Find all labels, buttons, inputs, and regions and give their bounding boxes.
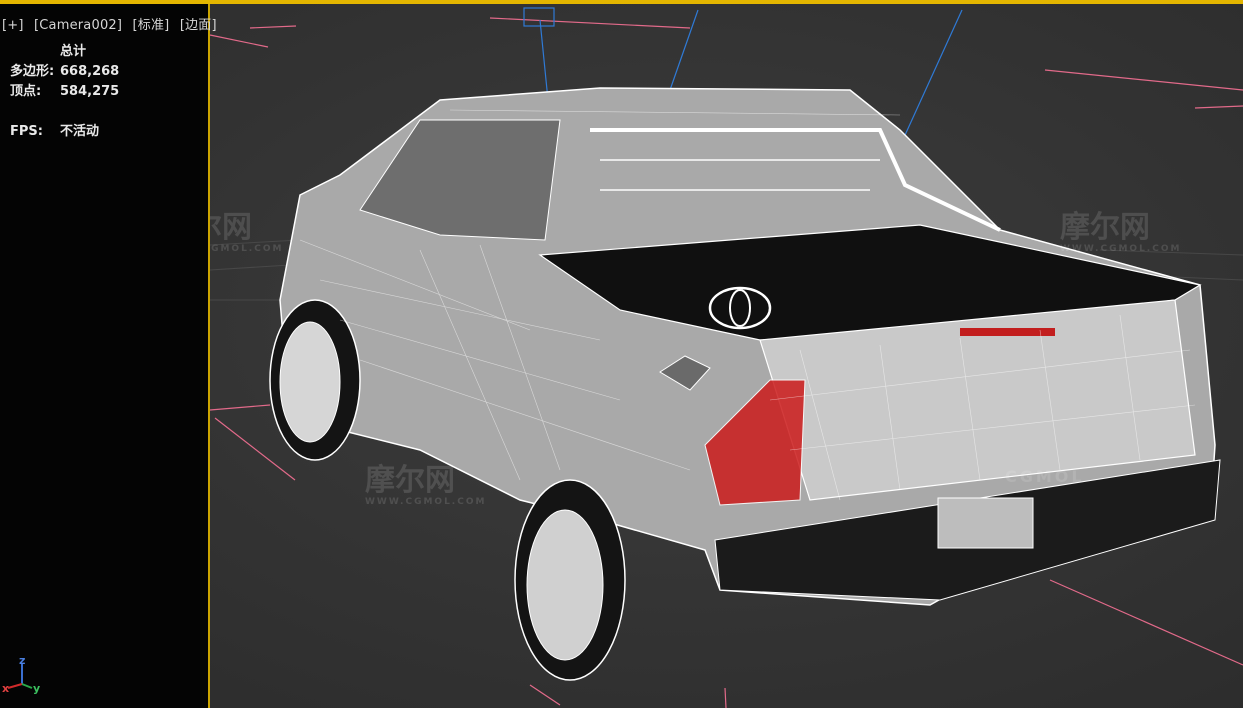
axis-x-label: x bbox=[2, 682, 10, 695]
viewport-shading-standard-menu[interactable]: [标准] bbox=[133, 14, 170, 33]
viewport-edged-faces-menu[interactable]: [边面] bbox=[180, 14, 217, 33]
fps-label: FPS: bbox=[10, 124, 43, 139]
watermark-brand: 摩尔网WWW.CGMOL.COM bbox=[1060, 210, 1182, 254]
fps-value: 不活动 bbox=[60, 124, 100, 139]
scene-statistics: 总计 多边形: 668,268 顶点: 584,275 FPS: 不活动 bbox=[10, 42, 180, 142]
polygons-value: 668,268 bbox=[60, 64, 120, 79]
axis-y-label: y bbox=[33, 682, 41, 695]
viewport-label-menu[interactable]: [+] [Camera002] [标准] [边面] bbox=[2, 14, 223, 33]
vertices-value: 584,275 bbox=[60, 84, 120, 99]
watermark-cgmol: CGMOL bbox=[1005, 467, 1085, 486]
3d-viewport[interactable]: 摩尔网WWW.CGMOL.COM 摩尔网WWW.CGMOL.COM 摩尔网WWW… bbox=[0, 0, 1243, 708]
panel-divider bbox=[208, 4, 210, 708]
viewport-plus-menu[interactable]: [+] bbox=[2, 18, 24, 33]
polygons-label: 多边形: bbox=[10, 64, 55, 79]
axis-z-label: z bbox=[19, 654, 26, 667]
truck-wireframe[interactable] bbox=[269, 87, 1221, 681]
axis-tripod-icon: z x y bbox=[0, 650, 60, 705]
viewport-camera-menu[interactable]: [Camera002] bbox=[34, 18, 122, 33]
stats-header: 总计 bbox=[60, 44, 87, 59]
watermark-brand: 摩尔网WWW.CGMOL.COM bbox=[365, 463, 487, 507]
vertices-label: 顶点: bbox=[10, 84, 42, 99]
